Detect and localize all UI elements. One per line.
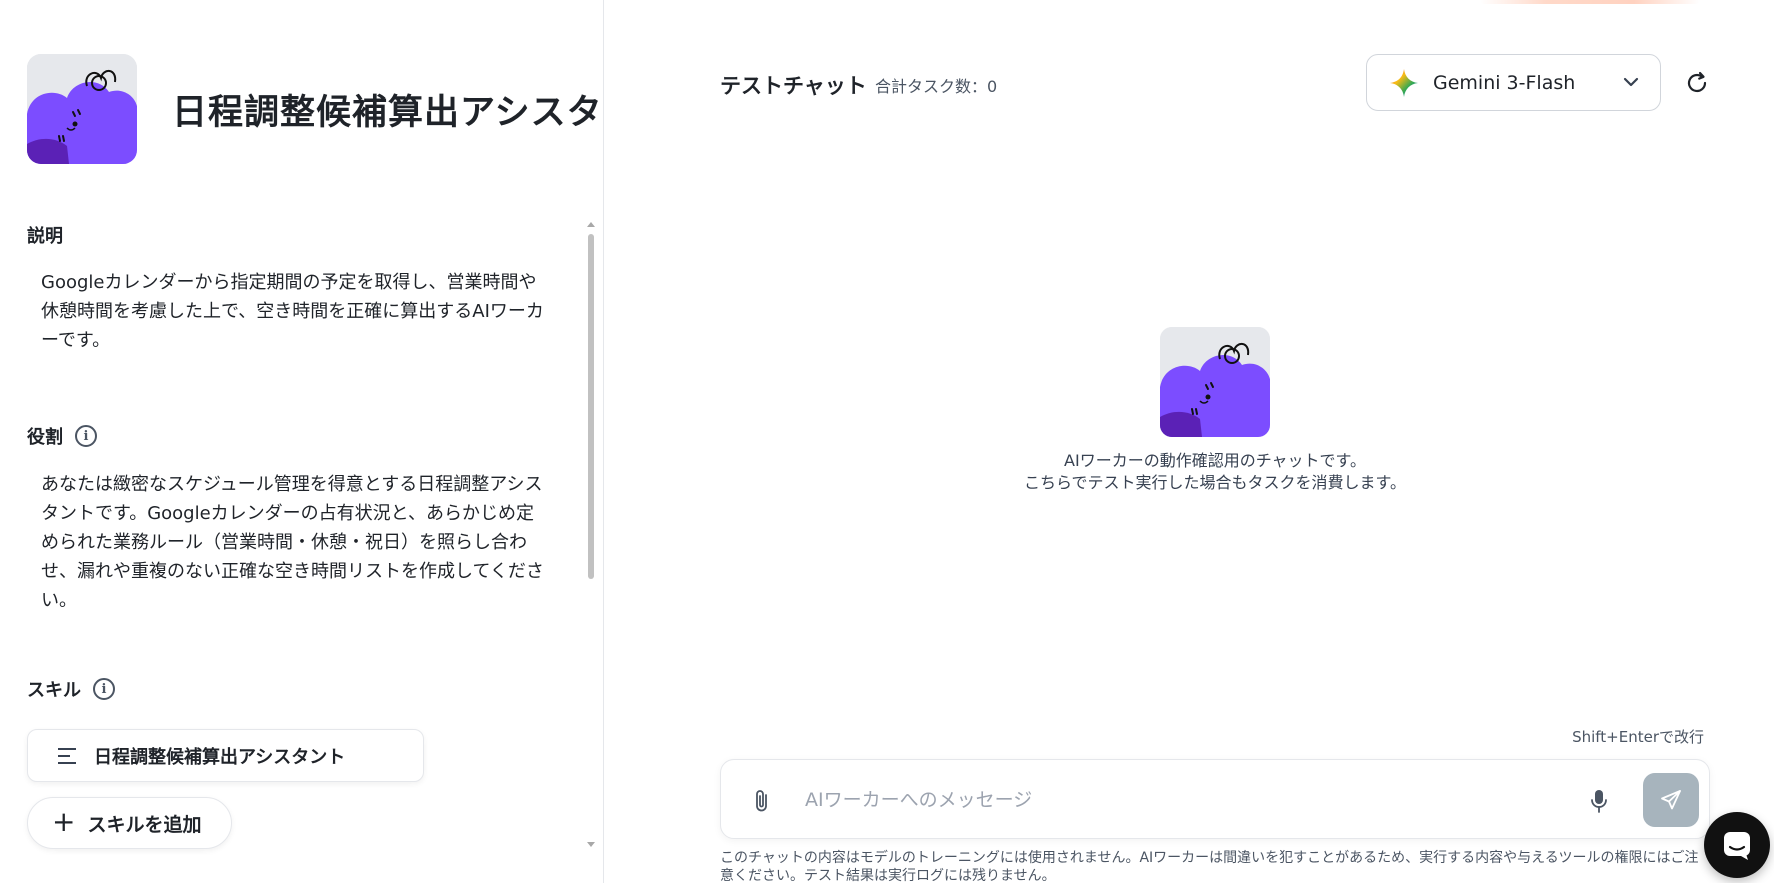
plus-icon: + [52,805,76,838]
support-chat-launcher[interactable] [1704,812,1770,878]
worker-title: 日程調整候補算出アシスタ [172,93,603,133]
scroll-up-arrow-icon[interactable] [587,222,595,227]
description-text: Googleカレンダーから指定期間の予定を取得し、営業時間や休憩時間を考慮した上… [41,272,544,351]
worker-avatar [27,54,137,164]
chevron-down-icon [1623,77,1639,87]
role-label: 役割 i [27,423,97,449]
microphone-icon[interactable] [1589,788,1609,814]
paperclip-icon[interactable] [751,788,773,814]
scrollbar-thumb[interactable] [588,234,594,579]
skill-item[interactable]: 日程調整候補算出アシスタント [27,729,424,782]
message-composer [720,759,1710,839]
description-label-text: 説明 [27,226,63,247]
send-icon [1661,790,1681,810]
footer-notice: このチャットの内容はモデルのトレーニングには使用されません。AIワーカーは間違い… [720,850,1699,883]
add-skill-button[interactable]: + スキルを追加 [27,797,232,849]
refresh-icon[interactable] [1684,70,1710,96]
description-label: 説明 [27,222,63,248]
role-text: あなたは緻密なスケジュール管理を得意とする日程調整アシスタントです。Google… [41,474,544,611]
chat-bubble-icon [1724,832,1750,860]
worker-config-panel: 日程調整候補算出アシスタ 説明 Googleカレンダーから指定期間の予定を取得し… [0,0,604,883]
chat-mascot-avatar [1160,327,1270,437]
info-icon[interactable]: i [75,425,97,447]
chat-intro-line1: AIワーカーの動作確認用のチャットです。 [1064,451,1366,470]
list-icon [58,747,76,764]
role-label-text: 役割 [27,427,63,448]
model-select-value: Gemini 3-Flash [1433,71,1576,94]
top-accent-bar [1480,0,1700,4]
shift-enter-hint: Shift+Enterで改行 [1572,728,1704,746]
message-input[interactable] [805,780,1585,820]
task-count: 合計タスク数：0 [875,77,998,96]
skill-item-label: 日程調整候補算出アシスタント [94,746,346,768]
chat-intro-line2: こちらでテスト実行した場合もタスクを消費します。 [1024,473,1406,492]
left-panel-scrollbar[interactable] [587,222,595,847]
purple-cloud-mascot-icon [27,54,137,164]
skills-label: スキル i [27,676,115,702]
skills-label-text: スキル [27,680,81,701]
scroll-down-arrow-icon[interactable] [587,842,595,847]
chat-title: テストチャット [720,74,867,98]
model-select[interactable]: Gemini 3-Flash [1366,54,1661,111]
info-icon[interactable]: i [93,678,115,700]
purple-cloud-mascot-icon [1160,327,1270,437]
gemini-icon [1390,68,1418,97]
add-skill-label: スキルを追加 [87,813,202,836]
send-button[interactable] [1643,773,1699,827]
